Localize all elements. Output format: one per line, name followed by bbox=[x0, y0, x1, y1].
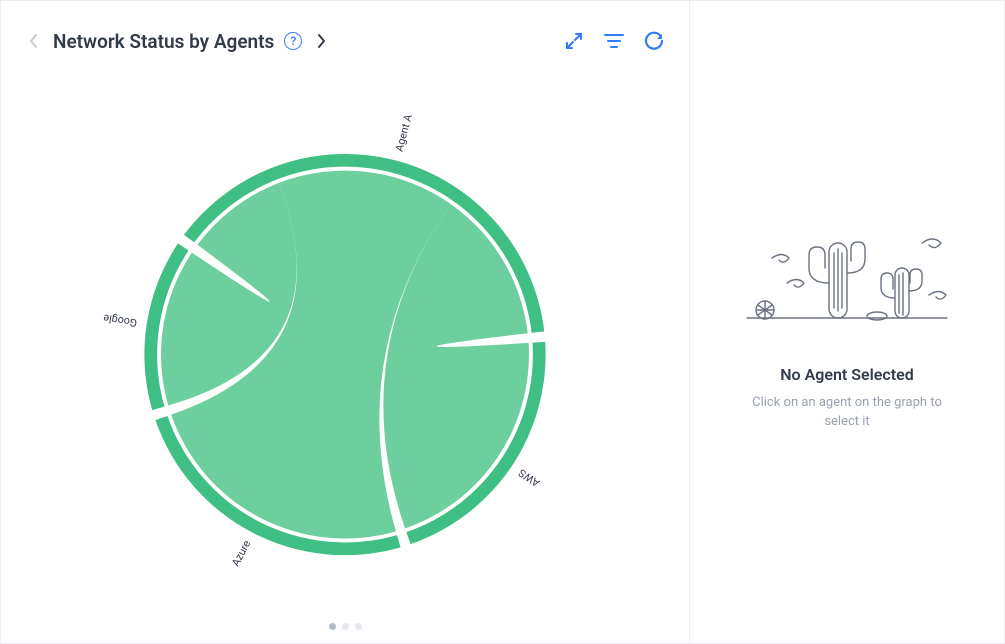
empty-state-illustration bbox=[737, 213, 957, 337]
empty-state-title: No Agent Selected bbox=[780, 365, 914, 384]
detail-sidebar: No Agent Selected Click on an agent on t… bbox=[689, 1, 1004, 643]
chord-chart[interactable]: Agent A AWS Azure Google bbox=[1, 61, 689, 609]
nav-back-button[interactable] bbox=[25, 32, 43, 50]
expand-icon[interactable] bbox=[563, 30, 585, 52]
panel-header: Network Status by Agents ? bbox=[1, 1, 689, 61]
refresh-icon[interactable] bbox=[643, 30, 665, 52]
chord-node-label: Google bbox=[102, 311, 138, 329]
pager bbox=[1, 609, 689, 643]
chord-node-label: AWS bbox=[516, 466, 542, 489]
chord-node-label: Azure bbox=[229, 538, 253, 569]
pager-dot[interactable] bbox=[355, 623, 362, 630]
main-panel: Network Status by Agents ? bbox=[1, 1, 689, 643]
chord-svg: Agent A AWS Azure Google bbox=[1, 61, 689, 609]
page-title: Network Status by Agents bbox=[53, 30, 274, 53]
chord-node-label: Agent A bbox=[393, 113, 415, 153]
filter-icon[interactable] bbox=[603, 30, 625, 52]
pager-dot[interactable] bbox=[342, 623, 349, 630]
nav-forward-button[interactable] bbox=[312, 32, 330, 50]
empty-state-subtitle: Click on an agent on the graph to select… bbox=[747, 394, 947, 432]
help-icon[interactable]: ? bbox=[284, 32, 302, 50]
pager-dot[interactable] bbox=[329, 623, 336, 630]
